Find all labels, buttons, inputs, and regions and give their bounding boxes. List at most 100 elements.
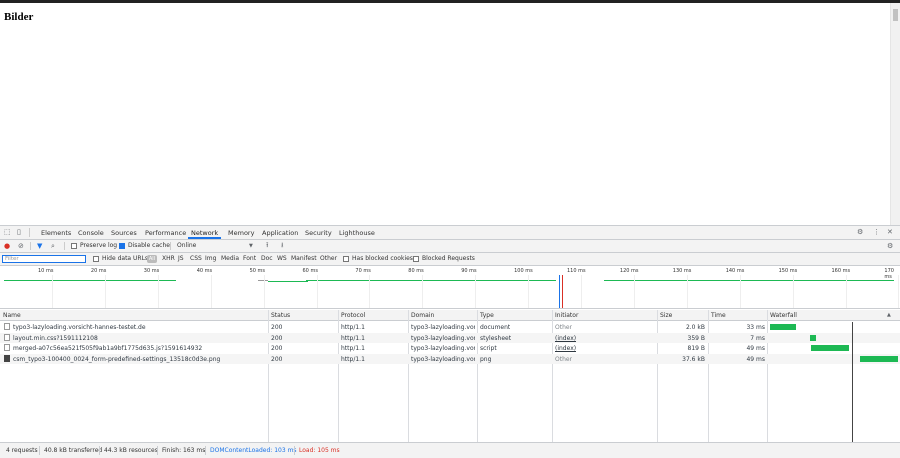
chevron-down-icon[interactable]: ▼ bbox=[249, 242, 253, 250]
table-row[interactable]: csm_typo3-100400_0024_form-predefined-se… bbox=[0, 353, 900, 364]
clear-icon[interactable]: ⊘ bbox=[18, 242, 24, 250]
document-file-icon bbox=[4, 323, 10, 330]
filter-font[interactable]: Font bbox=[243, 255, 256, 262]
preserve-log-checkbox[interactable] bbox=[71, 243, 77, 249]
timeline-grid-line bbox=[52, 275, 53, 308]
timeline-tick-label: 80 ms bbox=[408, 268, 424, 274]
request-table-header: Name Status Protocol Domain Type Initiat… bbox=[0, 310, 900, 321]
search-icon[interactable]: ⌕ bbox=[51, 242, 55, 250]
sort-ascending-icon[interactable]: ▲ bbox=[887, 311, 891, 319]
request-type: png bbox=[480, 355, 492, 363]
request-status: 200 bbox=[271, 334, 283, 342]
filter-ws[interactable]: WS bbox=[277, 255, 287, 262]
devtools-panel: ⬚ ▯ Elements Console Sources Performance… bbox=[0, 225, 900, 458]
timeline-grid-line bbox=[210, 275, 212, 308]
column-initiator[interactable]: Initiator bbox=[555, 312, 578, 319]
filter-xhr[interactable]: XHR bbox=[162, 255, 175, 262]
tab-network[interactable]: Network bbox=[191, 229, 218, 237]
tab-lighthouse[interactable]: Lighthouse bbox=[339, 229, 375, 237]
column-type[interactable]: Type bbox=[480, 312, 494, 319]
page-scrollbar[interactable] bbox=[890, 3, 900, 225]
request-type: document bbox=[480, 324, 511, 331]
filter-input[interactable]: Filter bbox=[2, 255, 86, 263]
filter-all-button[interactable]: All bbox=[147, 255, 157, 263]
request-protocol: http/1.1 bbox=[341, 334, 365, 342]
table-row[interactable]: merged-a07c56ea521f505f9ab1a9bf1775d635.… bbox=[0, 343, 900, 354]
request-type: stylesheet bbox=[480, 334, 512, 342]
waterfall-bar bbox=[860, 355, 898, 362]
request-name[interactable]: merged-a07c56ea521f505f9ab1a9bf1775d635.… bbox=[13, 345, 265, 352]
has-blocked-cookies-checkbox[interactable] bbox=[343, 256, 349, 262]
filter-css[interactable]: CSS bbox=[190, 255, 202, 262]
more-options-icon[interactable]: ⋮ bbox=[873, 228, 880, 236]
settings-gear-icon[interactable]: ⚙ bbox=[857, 228, 863, 236]
import-har-icon[interactable]: ⭱ bbox=[266, 241, 268, 249]
request-name[interactable]: layout.min.css?1591112108 bbox=[13, 335, 265, 342]
tab-application[interactable]: Application bbox=[262, 229, 298, 237]
table-row[interactable]: typo3-lazyloading.vorsicht-hannes-testet… bbox=[0, 322, 900, 333]
blocked-requests-label: Blocked Requests bbox=[422, 255, 475, 262]
filter-img[interactable]: Img bbox=[205, 255, 216, 262]
inspect-element-icon[interactable]: ⬚ bbox=[4, 228, 11, 236]
column-protocol[interactable]: Protocol bbox=[341, 312, 365, 319]
timeline-tick-label: 110 ms bbox=[567, 268, 586, 274]
request-domain: typo3-lazyloading.vor... bbox=[411, 334, 475, 342]
tab-memory[interactable]: Memory bbox=[228, 229, 254, 237]
filter-js[interactable]: JS bbox=[178, 255, 184, 262]
timeline-tick-label: 40 ms bbox=[196, 268, 213, 274]
blocked-requests-checkbox[interactable] bbox=[413, 256, 419, 262]
network-settings-gear-icon[interactable]: ⚙ bbox=[887, 242, 893, 250]
export-har-icon[interactable]: ⭳ bbox=[281, 241, 283, 249]
request-domain: typo3-lazyloading.vor... bbox=[411, 345, 475, 352]
tab-performance[interactable]: Performance bbox=[145, 229, 186, 237]
request-initiator-link[interactable]: (index) bbox=[555, 335, 576, 342]
device-toolbar-icon[interactable]: ▯ bbox=[17, 228, 21, 236]
tab-security[interactable]: Security bbox=[305, 229, 332, 237]
filter-other[interactable]: Other bbox=[320, 255, 337, 262]
network-toolbar: ● ⊘ ▼ ⌕ Preserve log Disable cache Onlin… bbox=[0, 240, 900, 253]
timeline-overview[interactable]: 10 ms 20 ms 30 ms 40 ms 50 ms 60 ms 70 ms 80 ms… bbox=[0, 266, 900, 309]
tab-sources[interactable]: Sources bbox=[111, 229, 137, 237]
timeline-grid-line bbox=[898, 275, 900, 308]
throttling-select[interactable]: Online bbox=[177, 242, 196, 249]
timeline-tick-label: 140 ms bbox=[725, 268, 745, 274]
column-domain[interactable]: Domain bbox=[411, 312, 434, 319]
close-devtools-icon[interactable]: ✕ bbox=[887, 228, 893, 236]
load-time: Load: 105 ms bbox=[299, 447, 340, 454]
image-file-icon bbox=[4, 354, 10, 362]
timeline-grid-line bbox=[316, 275, 318, 308]
disable-cache-checkbox[interactable] bbox=[119, 243, 125, 249]
stylesheet-file-icon bbox=[4, 333, 10, 341]
overview-dcl-marker bbox=[559, 275, 560, 308]
tab-elements[interactable]: Elements bbox=[41, 229, 71, 237]
filter-manifest[interactable]: Manifest bbox=[291, 255, 317, 262]
filter-doc[interactable]: Doc bbox=[261, 255, 273, 262]
column-time[interactable]: Time bbox=[711, 312, 726, 319]
timeline-grid-line bbox=[845, 275, 847, 308]
timeline-grid-line bbox=[157, 275, 159, 308]
timeline-tick-label: 20 ms bbox=[90, 268, 107, 274]
hide-data-urls-checkbox[interactable] bbox=[93, 256, 99, 262]
request-name[interactable]: csm_typo3-100400_0024_form-predefined-se… bbox=[13, 356, 265, 363]
timeline-grid-line bbox=[104, 275, 106, 308]
request-name[interactable]: typo3-lazyloading.vorsicht-hannes-testet… bbox=[13, 324, 265, 331]
filter-icon[interactable]: ▼ bbox=[37, 242, 42, 250]
table-row[interactable]: layout.min.css?1591112108 200 http/1.1 t… bbox=[0, 332, 900, 343]
column-waterfall[interactable]: Waterfall bbox=[770, 312, 797, 319]
tab-console[interactable]: Console bbox=[78, 229, 104, 237]
waterfall-load-marker bbox=[852, 322, 853, 442]
column-name[interactable]: Name bbox=[3, 312, 21, 319]
record-icon[interactable]: ● bbox=[4, 242, 10, 250]
script-file-icon bbox=[4, 344, 10, 351]
request-status: 200 bbox=[271, 345, 283, 352]
column-size[interactable]: Size bbox=[660, 312, 672, 319]
devtools-tabbar: ⬚ ▯ Elements Console Sources Performance… bbox=[0, 226, 900, 240]
scrollbar-thumb[interactable] bbox=[893, 9, 898, 21]
request-size: 2.0 kB bbox=[685, 324, 705, 331]
timeline-grid-line bbox=[581, 275, 582, 308]
timeline-tick-label: 50 ms bbox=[249, 268, 266, 274]
timeline-tick-label: 10 ms bbox=[38, 268, 54, 274]
column-status[interactable]: Status bbox=[271, 312, 290, 319]
request-initiator-link[interactable]: (index) bbox=[555, 345, 576, 352]
filter-media[interactable]: Media bbox=[221, 255, 239, 262]
